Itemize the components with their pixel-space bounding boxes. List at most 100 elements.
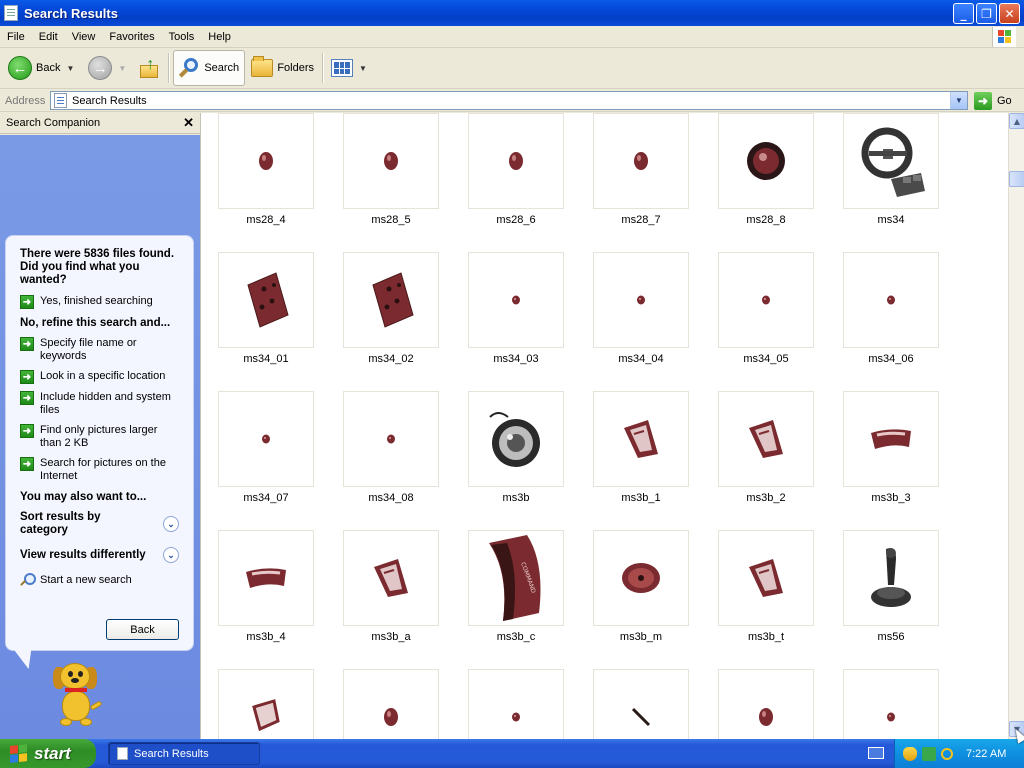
file-name-label[interactable]: ms3b_t bbox=[708, 631, 824, 643]
menu-tools[interactable]: Tools bbox=[162, 27, 202, 47]
thumbnail-image[interactable] bbox=[843, 252, 939, 348]
file-thumbnail[interactable]: ms3b_1 bbox=[593, 391, 689, 511]
menu-file[interactable]: File bbox=[0, 27, 32, 47]
file-thumbnail[interactable]: ms3b_a bbox=[343, 530, 439, 650]
chevron-down-icon[interactable]: ⌄ bbox=[163, 547, 179, 563]
file-name-label[interactable]: ms34_04 bbox=[583, 353, 699, 365]
thumbnail-image[interactable] bbox=[593, 391, 689, 487]
start-button[interactable]: start bbox=[0, 739, 96, 768]
thumbnail-image[interactable]: COMMAND bbox=[468, 530, 564, 626]
thumbnail-image[interactable] bbox=[343, 252, 439, 348]
file-name-label[interactable]: ms34_05 bbox=[708, 353, 824, 365]
go-button[interactable]: ➜ Go bbox=[974, 91, 1012, 110]
file-thumbnail[interactable]: ms34_04 bbox=[593, 252, 689, 372]
thumbnail-image[interactable] bbox=[593, 252, 689, 348]
menu-help[interactable]: Help bbox=[201, 27, 238, 47]
taskbar-item-search-results[interactable]: Search Results bbox=[108, 742, 260, 765]
thumbnail-image[interactable] bbox=[343, 113, 439, 209]
back-button[interactable]: ← Back ▼ bbox=[4, 50, 78, 86]
file-name-label[interactable]: ms34_06 bbox=[833, 353, 949, 365]
views-dropdown-icon[interactable]: ▼ bbox=[359, 64, 367, 73]
file-name-label[interactable]: ms34_08 bbox=[333, 492, 449, 504]
file-thumbnail[interactable]: ms3b_t bbox=[718, 530, 814, 650]
file-name-label[interactable]: ms3b_4 bbox=[208, 631, 324, 643]
yes-finished-option[interactable]: ➜ Yes, finished searching bbox=[20, 295, 179, 309]
file-name-label[interactable]: ms34 bbox=[833, 214, 949, 226]
close-button[interactable]: ✕ bbox=[999, 3, 1020, 24]
thumbnail-image[interactable] bbox=[218, 530, 314, 626]
file-thumbnail[interactable]: ms3b_3 bbox=[843, 391, 939, 511]
menu-view[interactable]: View bbox=[65, 27, 103, 47]
sort-by-category-option[interactable]: Sort results by category ⌄ bbox=[20, 511, 179, 537]
forward-dropdown-icon[interactable]: ▼ bbox=[118, 64, 126, 73]
file-name-label[interactable]: ms28_5 bbox=[333, 214, 449, 226]
thumbnail-image[interactable] bbox=[343, 391, 439, 487]
menu-edit[interactable]: Edit bbox=[32, 27, 65, 47]
thumbnail-image[interactable] bbox=[468, 252, 564, 348]
file-thumbnail[interactable]: ms3b_2 bbox=[718, 391, 814, 511]
minimize-button[interactable]: _ bbox=[953, 3, 974, 24]
forward-button[interactable]: → ▼ bbox=[84, 50, 130, 86]
file-thumbnail[interactable]: ms34_02 bbox=[343, 252, 439, 372]
file-thumbnail[interactable]: ms34_08 bbox=[343, 391, 439, 511]
thumbnail-image[interactable] bbox=[218, 113, 314, 209]
file-thumbnail[interactable]: ms28_8 bbox=[718, 113, 814, 233]
search-tray-icon[interactable] bbox=[941, 747, 953, 760]
address-input[interactable]: Search Results ▼ bbox=[50, 91, 968, 110]
file-thumbnail[interactable]: ms28_7 bbox=[593, 113, 689, 233]
back-dropdown-icon[interactable]: ▼ bbox=[66, 64, 74, 73]
menu-favorites[interactable]: Favorites bbox=[102, 27, 161, 47]
file-thumbnail[interactable]: ms34_01 bbox=[218, 252, 314, 372]
search-button[interactable]: Search bbox=[173, 50, 246, 86]
file-thumbnail[interactable]: ms28_6 bbox=[468, 113, 564, 233]
vertical-scrollbar[interactable]: ▲ ▼ bbox=[1008, 113, 1024, 739]
view-results-differently-option[interactable]: View results differently ⌄ bbox=[20, 547, 179, 563]
thumbnail-image[interactable] bbox=[718, 252, 814, 348]
file-name-label[interactable]: ms3b_m bbox=[583, 631, 699, 643]
start-new-search-link[interactable]: Start a new search bbox=[20, 573, 179, 587]
thumbnail-image[interactable] bbox=[468, 113, 564, 209]
file-thumbnail[interactable] bbox=[343, 669, 439, 739]
file-thumbnail[interactable]: ms34_05 bbox=[718, 252, 814, 372]
file-thumbnail[interactable]: ms56 bbox=[843, 530, 939, 650]
file-name-label[interactable]: ms3b_1 bbox=[583, 492, 699, 504]
thumbnail-image[interactable] bbox=[343, 669, 439, 739]
chevron-down-icon[interactable]: ⌄ bbox=[163, 516, 179, 532]
file-thumbnail[interactable]: ms34_07 bbox=[218, 391, 314, 511]
file-thumbnail[interactable] bbox=[718, 669, 814, 739]
file-name-label[interactable]: ms28_7 bbox=[583, 214, 699, 226]
close-companion-icon[interactable]: ✕ bbox=[183, 115, 194, 131]
up-folder-button[interactable]: ↑ bbox=[134, 50, 164, 86]
file-thumbnail[interactable]: ms3b_m bbox=[593, 530, 689, 650]
search-dog-icon[interactable] bbox=[48, 663, 108, 738]
file-name-label[interactable]: ms3b_a bbox=[333, 631, 449, 643]
thumbnail-image[interactable] bbox=[843, 669, 939, 739]
thumbnail-image[interactable] bbox=[843, 113, 939, 209]
file-name-label[interactable]: ms28_8 bbox=[708, 214, 824, 226]
address-dropdown-icon[interactable]: ▼ bbox=[950, 92, 967, 109]
file-name-label[interactable]: ms3b_3 bbox=[833, 492, 949, 504]
file-thumbnail[interactable]: ms28_4 bbox=[218, 113, 314, 233]
file-name-label[interactable]: ms34_03 bbox=[458, 353, 574, 365]
file-thumbnail[interactable] bbox=[843, 669, 939, 739]
keyboard-icon[interactable] bbox=[868, 747, 884, 759]
companion-back-button[interactable]: Back bbox=[106, 619, 179, 640]
title-bar[interactable]: Search Results _ ❐ ✕ bbox=[0, 0, 1024, 26]
thumbnail-image[interactable] bbox=[593, 669, 689, 739]
file-thumbnail[interactable] bbox=[593, 669, 689, 739]
folders-button[interactable]: Folders bbox=[247, 50, 318, 86]
thumbnail-image[interactable] bbox=[468, 391, 564, 487]
file-name-label[interactable]: ms34_01 bbox=[208, 353, 324, 365]
file-name-label[interactable]: ms56 bbox=[833, 631, 949, 643]
file-name-label[interactable]: ms34_07 bbox=[208, 492, 324, 504]
scroll-up-button[interactable]: ▲ bbox=[1009, 113, 1024, 129]
refine-option-hidden-files[interactable]: ➜ Include hidden and system files bbox=[20, 391, 179, 417]
file-thumbnail[interactable] bbox=[218, 669, 314, 739]
thumbnail-image[interactable] bbox=[218, 669, 314, 739]
file-thumbnail[interactable]: ms34_03 bbox=[468, 252, 564, 372]
refine-option-filename[interactable]: ➜ Specify file name or keywords bbox=[20, 337, 179, 363]
thumbnail-image[interactable] bbox=[593, 530, 689, 626]
file-thumbnail[interactable]: ms3b_4 bbox=[218, 530, 314, 650]
refine-option-location[interactable]: ➜ Look in a specific location bbox=[20, 370, 179, 384]
file-thumbnail[interactable]: COMMAND ms3b_c bbox=[468, 530, 564, 650]
